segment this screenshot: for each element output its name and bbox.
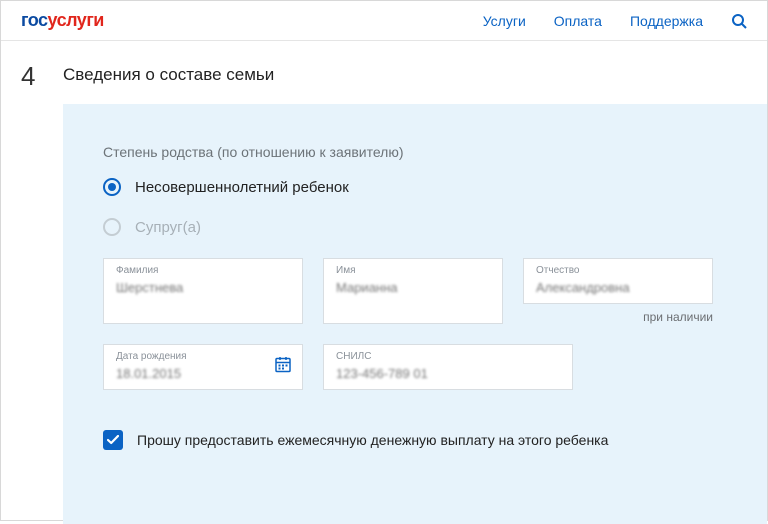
radio-spouse-row: Супруг(а) <box>103 218 727 236</box>
radio-spouse <box>103 218 121 236</box>
logo[interactable]: госуслуги <box>21 10 104 31</box>
patronymic-label: Отчество <box>536 265 700 276</box>
patronymic-hint: при наличии <box>523 310 713 324</box>
dob-label: Дата рождения <box>116 351 290 362</box>
patronymic-field[interactable]: Отчество Александровна <box>523 258 713 304</box>
relation-label: Степень родства (по отношению к заявител… <box>103 144 727 160</box>
nav-payment[interactable]: Оплата <box>554 13 602 29</box>
firstname-label: Имя <box>336 265 490 276</box>
snils-label: СНИЛС <box>336 351 560 362</box>
firstname-field[interactable]: Имя Марианна <box>323 258 503 324</box>
payment-checkbox-label: Прошу предоставить ежемесячную денежную … <box>137 432 608 448</box>
radio-child-label: Несовершеннолетний ребенок <box>135 179 349 196</box>
step-number: 4 <box>21 61 39 92</box>
step-title: Сведения о составе семьи <box>63 61 274 85</box>
lastname-label: Фамилия <box>116 265 290 276</box>
radio-child-row[interactable]: Несовершеннолетний ребенок <box>103 178 727 196</box>
snils-value: 123-456-789 01 <box>336 366 560 381</box>
form-panel: Степень родства (по отношению к заявител… <box>63 104 767 524</box>
step-header: 4 Сведения о составе семьи <box>1 41 767 104</box>
dob-value: 18.01.2015 <box>116 366 290 381</box>
lastname-value: Шерстнева <box>116 280 290 295</box>
radio-spouse-label: Супруг(а) <box>135 219 201 236</box>
second-row: Дата рождения 18.01.2015 СНИЛС 123-456-7… <box>103 344 727 390</box>
firstname-value: Марианна <box>336 280 490 295</box>
nav-services[interactable]: Услуги <box>483 13 526 29</box>
logo-part2: услуги <box>48 10 104 30</box>
payment-checkbox[interactable] <box>103 430 123 450</box>
top-header: госуслуги Услуги Оплата Поддержка <box>1 1 767 41</box>
name-row: Фамилия Шерстнева Имя Марианна Отчество … <box>103 258 727 324</box>
patronymic-value: Александровна <box>536 280 700 295</box>
search-icon[interactable] <box>731 13 747 29</box>
snils-field[interactable]: СНИЛС 123-456-789 01 <box>323 344 573 390</box>
dob-field[interactable]: Дата рождения 18.01.2015 <box>103 344 303 390</box>
radio-child[interactable] <box>103 178 121 196</box>
nav-support[interactable]: Поддержка <box>630 13 703 29</box>
payment-checkbox-row[interactable]: Прошу предоставить ежемесячную денежную … <box>103 430 727 450</box>
lastname-field[interactable]: Фамилия Шерстнева <box>103 258 303 324</box>
top-nav: Услуги Оплата Поддержка <box>483 13 747 29</box>
logo-part1: гос <box>21 10 48 30</box>
calendar-icon[interactable] <box>274 356 292 379</box>
